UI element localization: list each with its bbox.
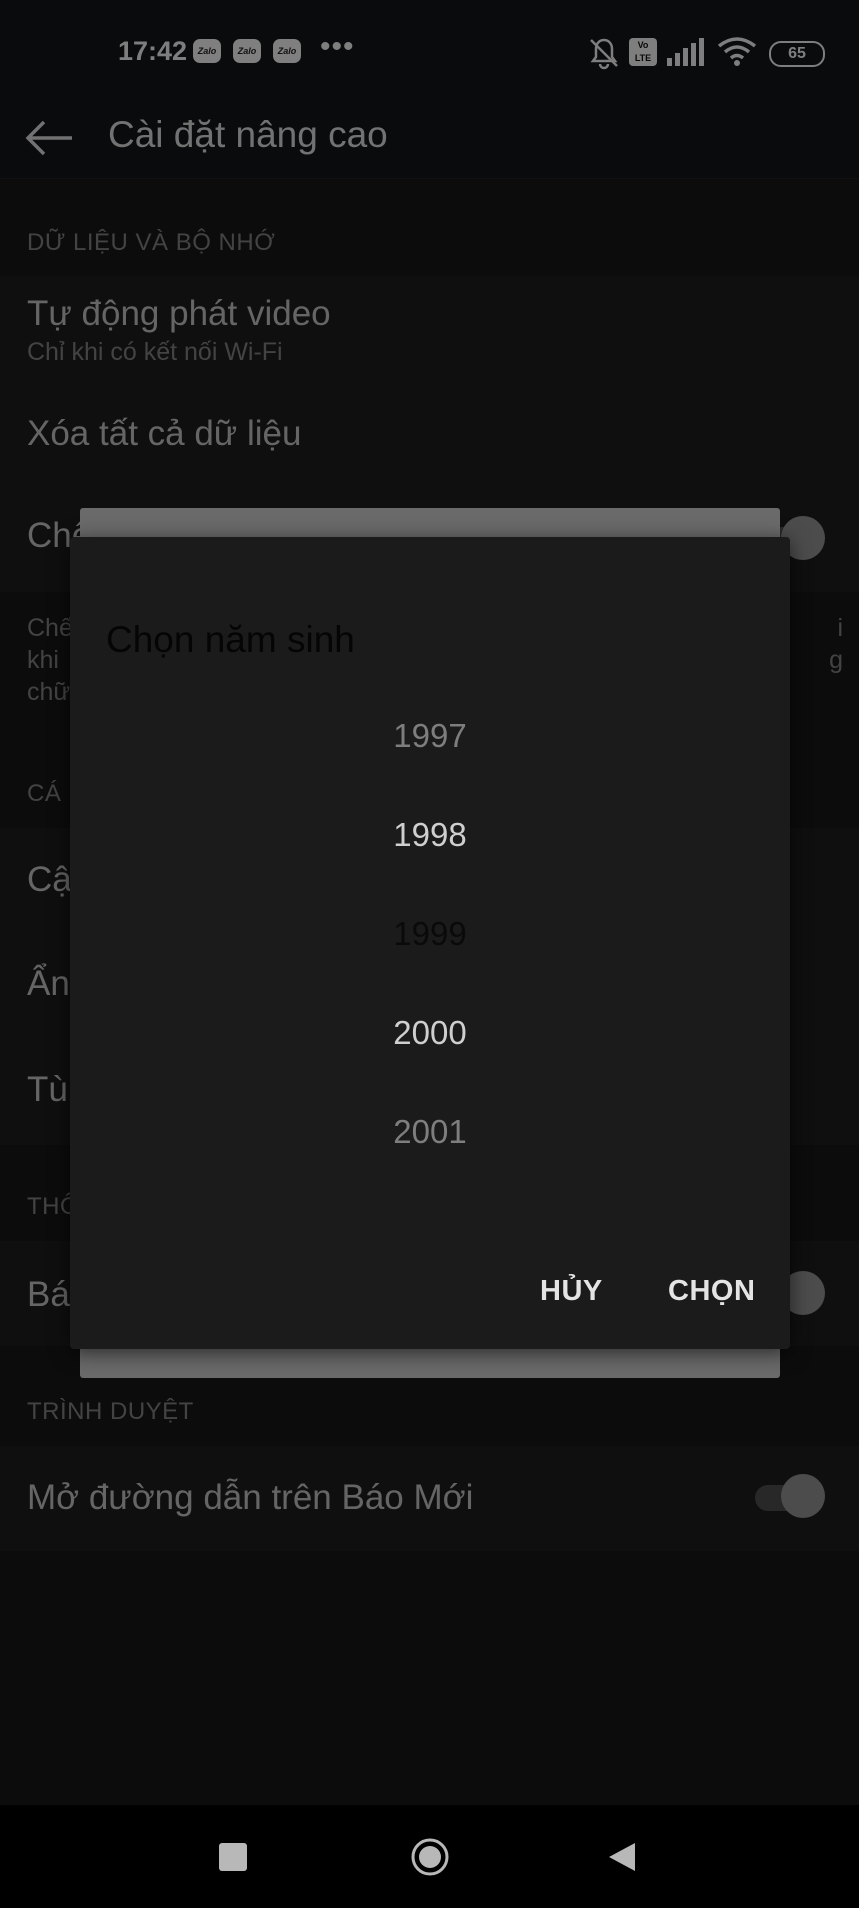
cancel-button[interactable]: HỦY	[540, 1275, 603, 1308]
recents-square-icon[interactable]	[218, 1842, 248, 1872]
year-option[interactable]: 1997	[70, 717, 790, 755]
year-option[interactable]: 2000	[70, 1014, 790, 1052]
navigation-bar	[0, 1805, 859, 1908]
dialog-title: Chọn năm sinh	[106, 619, 355, 660]
back-triangle-icon[interactable]	[607, 1841, 637, 1873]
year-picker-dialog: Chọn năm sinh 1997 1998 1999 2000 2001 H…	[70, 537, 790, 1349]
year-option-selected[interactable]: 1999	[70, 915, 790, 953]
year-option[interactable]: 2001	[70, 1113, 790, 1151]
year-option[interactable]: 1998	[70, 816, 790, 854]
home-circle-icon[interactable]	[410, 1837, 450, 1877]
choose-button[interactable]: CHỌN	[668, 1275, 755, 1308]
